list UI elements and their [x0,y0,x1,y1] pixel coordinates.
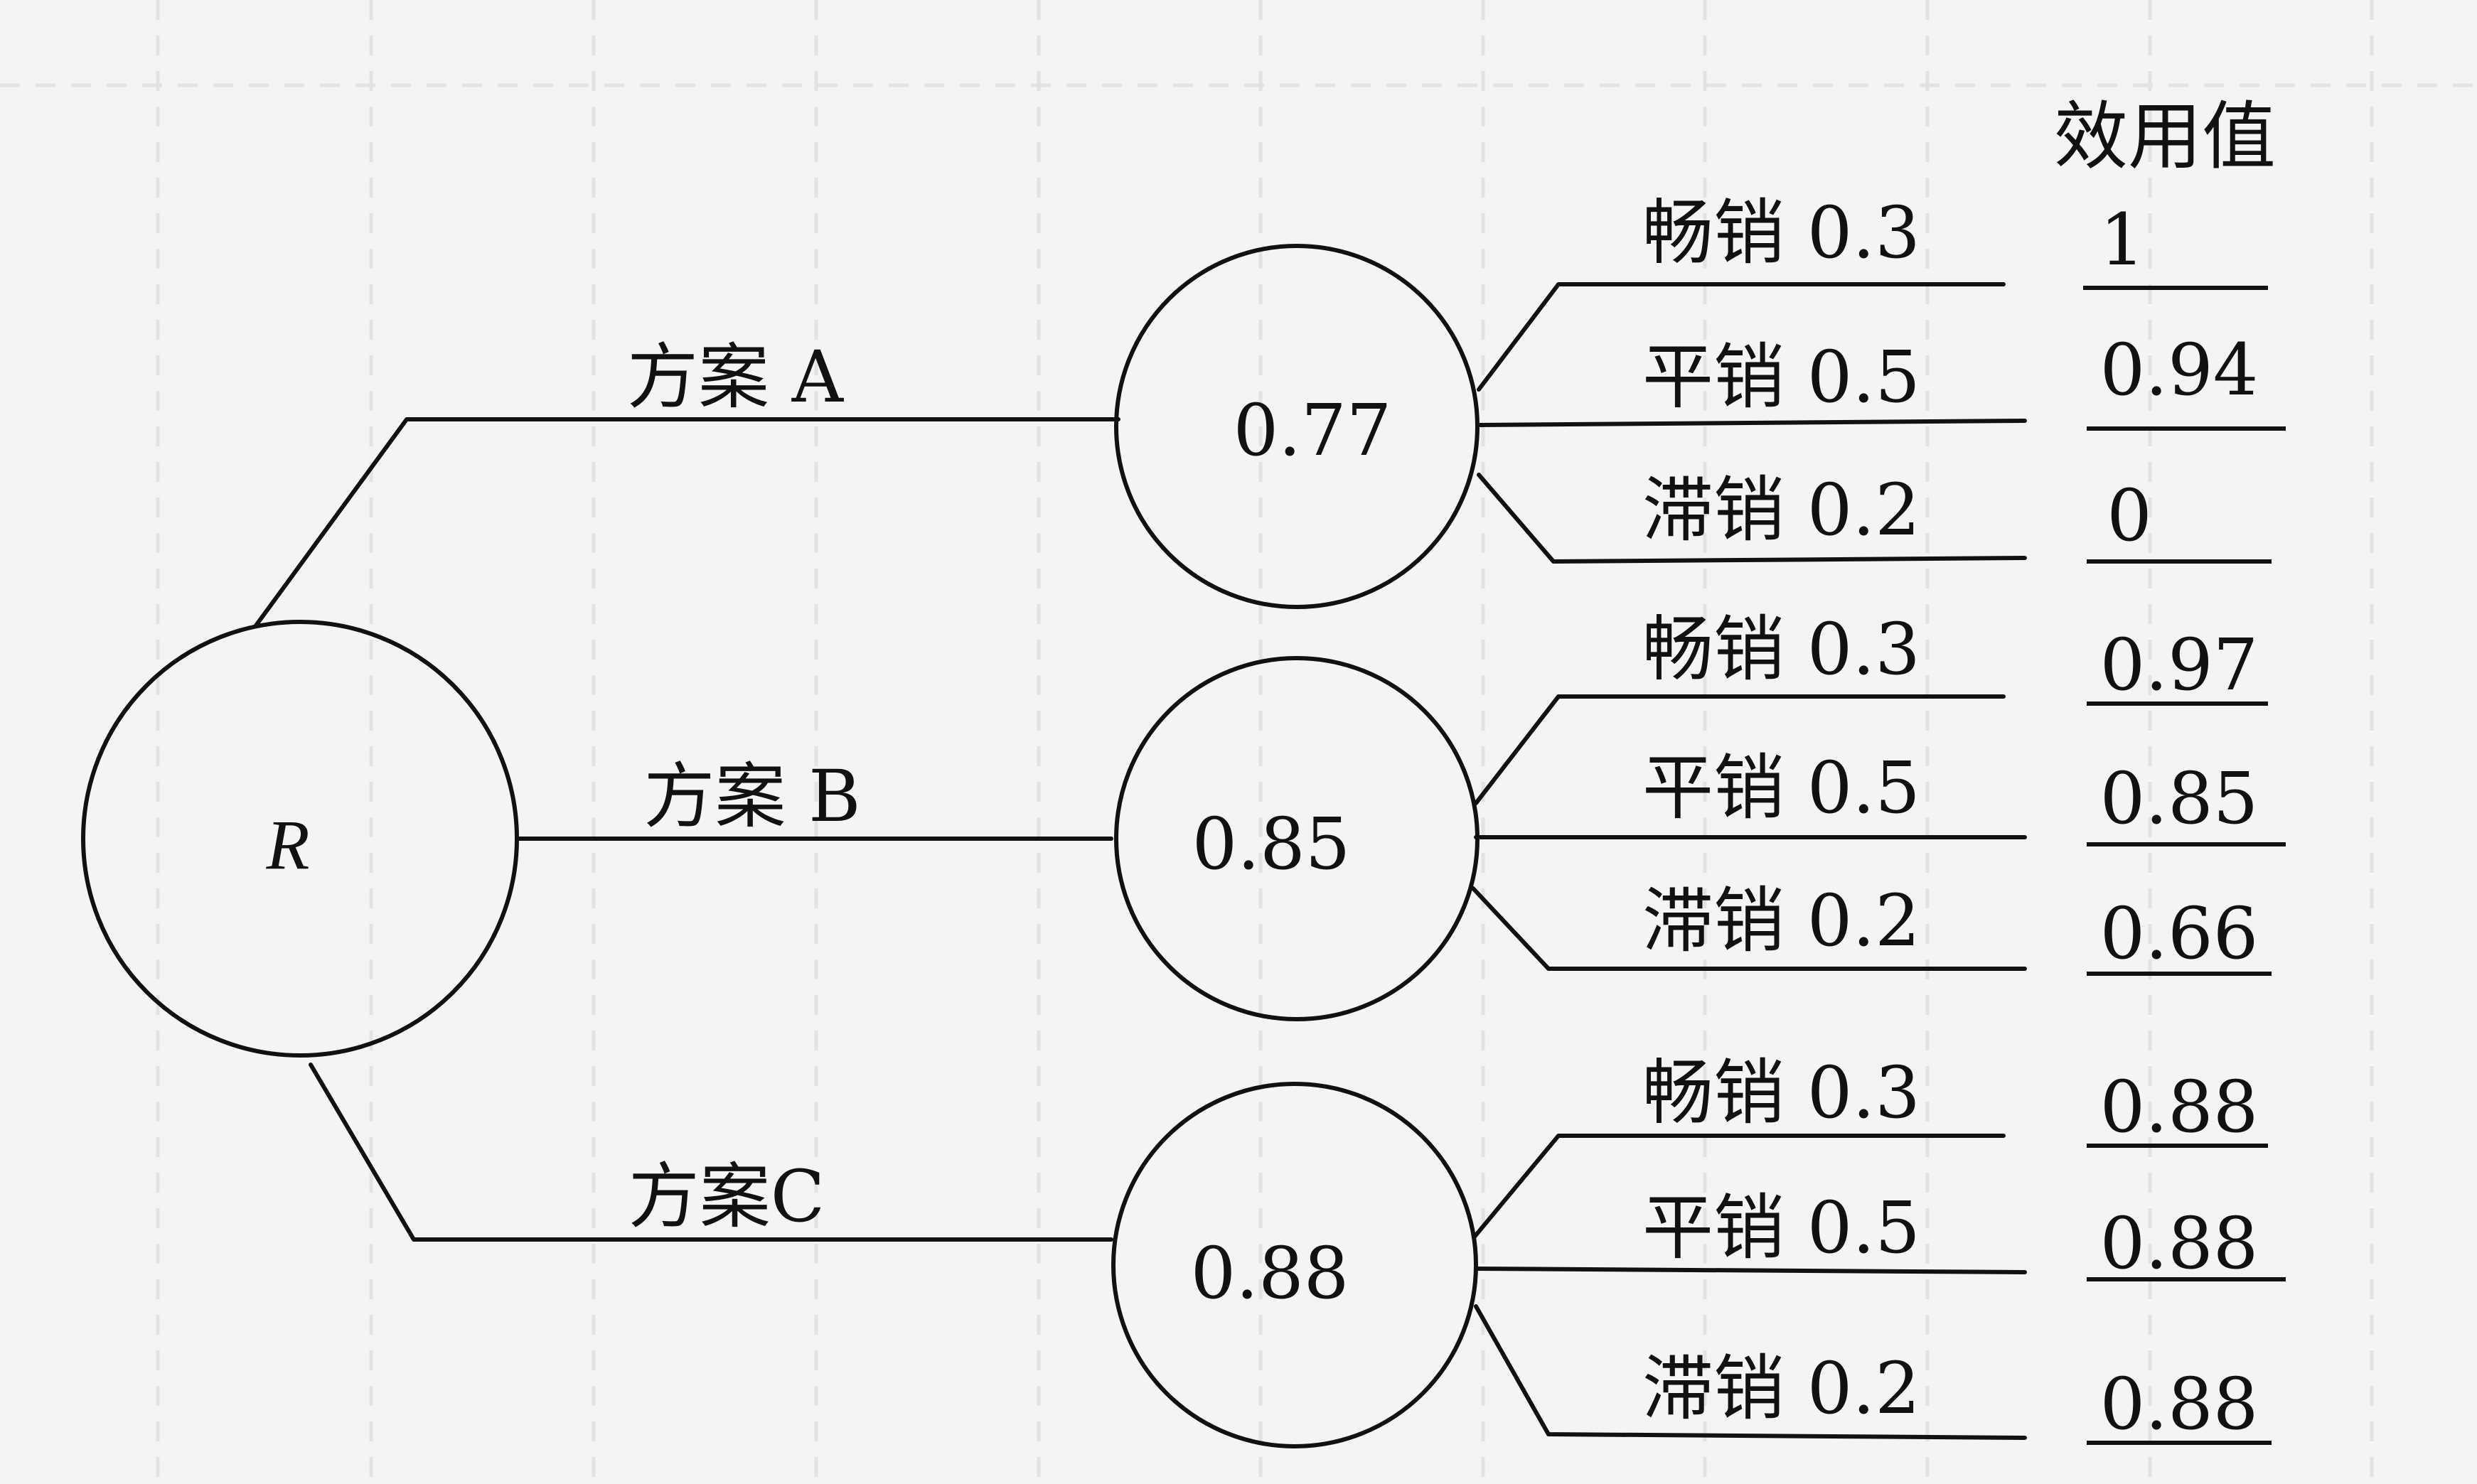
plan-a-label: 方案 A [627,335,845,419]
plan-a-outcome-1-utility: 1 [2099,198,2145,281]
plan-c-outcome-2-utility: 0.88 [2100,1202,2259,1285]
plan-c-outcome-2-label: 平销 0.5 [1642,1186,1920,1269]
plan-c-outcome-1-label: 畅销 0.3 [1642,1051,1920,1134]
plan-c-outcome-1-utility: 0.88 [2100,1065,2259,1149]
plan-a-outcome-2-label: 平销 0.5 [1642,335,1920,419]
plan-b-outcome-3-label: 滞销 0.2 [1642,879,1920,962]
plan-a-outcome-3-utility: 0 [2107,474,2152,557]
plan-b-outcome-3-utility: 0.66 [2100,892,2259,975]
decision-tree-diagram: R 方案 A 方案 B 方案C 0.77 0.85 0.88 畅销 0.3 平销… [0,0,2477,1484]
plan-b-outcome-2-utility: 0.85 [2100,757,2259,840]
plan-c-expected-value: 0.88 [1191,1232,1349,1315]
plan-b-label: 方案 B [643,755,860,838]
plan-c-outcome-3-utility: 0.88 [2100,1362,2259,1446]
root-label: R [265,805,309,884]
plan-b-expected-value: 0.85 [1192,802,1351,886]
plan-a-outcome-2-utility: 0.94 [2100,328,2259,412]
plan-a-outcome-1-label: 畅销 0.3 [1642,191,1920,274]
plan-c-label: 方案C [628,1155,825,1238]
plan-b-outcome-1-label: 畅销 0.3 [1642,608,1920,691]
utility-column-header: 效用值 [2054,93,2276,180]
plan-a-expected-value: 0.77 [1234,389,1392,472]
plan-c-outcome-3-label: 滞销 0.2 [1642,1347,1920,1430]
plan-b-outcome-2-label: 平销 0.5 [1642,746,1920,829]
plan-a-outcome-3-label: 滞销 0.2 [1642,468,1920,552]
plan-b-outcome-1-utility: 0.97 [2100,623,2259,706]
